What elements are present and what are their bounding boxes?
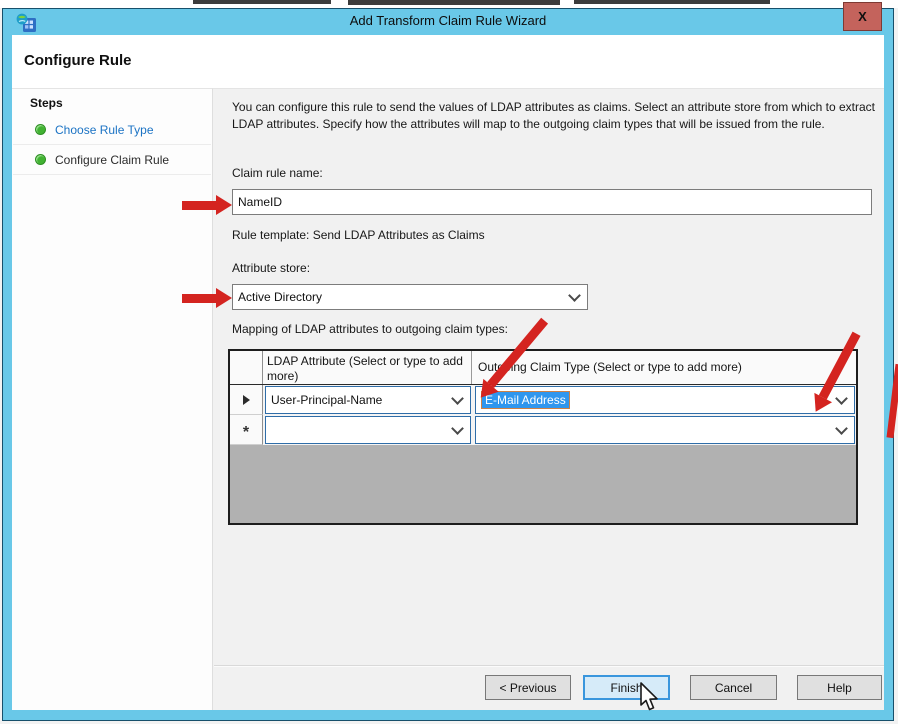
attribute-store-value: Active Directory — [238, 290, 322, 304]
new-row-marker: * — [230, 415, 263, 445]
background-text-fragment — [193, 0, 331, 4]
mapping-grid: LDAP Attribute (Select or type to add mo… — [228, 349, 858, 525]
chevron-down-icon — [835, 392, 848, 405]
step-completed-icon — [35, 154, 46, 165]
close-button[interactable]: X — [843, 2, 882, 31]
current-row-marker — [230, 385, 263, 415]
mouse-cursor-icon — [636, 682, 660, 714]
close-icon: X — [858, 9, 867, 24]
step-completed-icon — [35, 124, 46, 135]
rule-description-text: You can configure this rule to send the … — [232, 99, 882, 134]
attribute-store-label: Attribute store: — [232, 261, 310, 275]
outgoing-claim-type-combobox-row2[interactable] — [475, 416, 855, 444]
ldap-attribute-value: User-Principal-Name — [271, 393, 382, 407]
claim-rule-name-input[interactable] — [232, 189, 872, 215]
mapping-row-1: User-Principal-Name E-Mail Address — [230, 385, 856, 415]
steps-heading: Steps — [30, 96, 63, 110]
mapping-grid-header: LDAP Attribute (Select or type to add mo… — [230, 351, 856, 385]
chevron-down-icon — [568, 289, 581, 302]
step-label: Configure Claim Rule — [55, 153, 169, 167]
button-bar-separator — [214, 665, 884, 667]
new-row-asterisk-icon: * — [243, 429, 249, 437]
rule-template-text: Rule template: Send LDAP Attributes as C… — [232, 228, 485, 242]
annotation-arrow-claim-rule-name — [182, 195, 232, 215]
mapping-row-new: * — [230, 415, 856, 445]
cancel-button[interactable]: Cancel — [690, 675, 777, 700]
cancel-button-label: Cancel — [715, 681, 752, 695]
help-button-label: Help — [827, 681, 852, 695]
step-item-choose-rule-type[interactable]: Choose Rule Type — [13, 115, 211, 145]
row-marker-header-cell — [230, 351, 263, 384]
ldap-attribute-combobox-row1[interactable]: User-Principal-Name — [265, 386, 471, 414]
claim-rule-name-label: Claim rule name: — [232, 166, 323, 180]
page-title: Configure Rule — [24, 52, 132, 69]
chevron-down-icon — [451, 422, 464, 435]
steps-panel — [12, 88, 213, 710]
previous-button[interactable]: < Previous — [485, 675, 571, 700]
previous-button-label: < Previous — [499, 681, 556, 695]
adfs-app-icon — [16, 13, 37, 33]
background-text-fragment — [348, 0, 560, 5]
help-button[interactable]: Help — [797, 675, 882, 700]
outgoing-claim-type-combobox-row1[interactable]: E-Mail Address — [475, 386, 855, 414]
background-window-strip — [0, 0, 898, 8]
outgoing-claim-type-column-header: Outgoing Claim Type (Select or type to a… — [472, 351, 856, 384]
ldap-attribute-combobox-row2[interactable] — [265, 416, 471, 444]
background-text-fragment — [574, 0, 770, 4]
step-label: Choose Rule Type — [55, 123, 154, 137]
dialog-header-band — [12, 35, 884, 88]
annotation-arrow-attribute-store — [182, 288, 232, 308]
attribute-store-combobox[interactable]: Active Directory — [232, 284, 588, 310]
ldap-attribute-column-header: LDAP Attribute (Select or type to add mo… — [263, 351, 472, 384]
chevron-down-icon — [451, 392, 464, 405]
mapping-label: Mapping of LDAP attributes to outgoing c… — [232, 322, 508, 336]
chevron-down-icon — [835, 422, 848, 435]
step-item-configure-claim-rule[interactable]: Configure Claim Rule — [13, 145, 211, 175]
row-pointer-icon — [243, 395, 250, 405]
window-title: Add Transform Claim Rule Wizard — [2, 13, 894, 28]
